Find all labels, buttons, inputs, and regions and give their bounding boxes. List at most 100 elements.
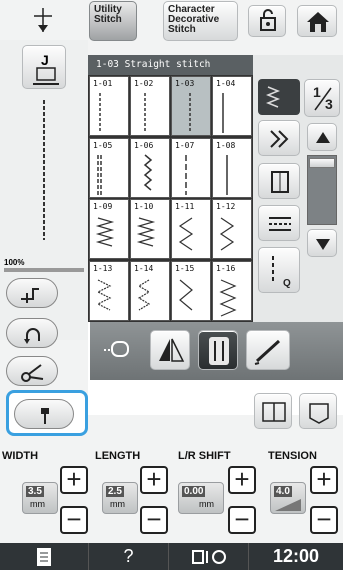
page-down-button[interactable] bbox=[307, 229, 337, 257]
tension-plus-button[interactable]: + bbox=[310, 466, 338, 494]
free-motion-button[interactable] bbox=[98, 330, 138, 370]
needle-position-button[interactable] bbox=[14, 399, 74, 429]
arrow-down-icon bbox=[316, 239, 330, 250]
scrollbar-thumb[interactable] bbox=[309, 158, 335, 168]
home-button[interactable] bbox=[297, 5, 337, 37]
status-bar: ? 12:00 bbox=[0, 543, 343, 570]
pattern-cell[interactable]: 1-07 bbox=[171, 137, 211, 198]
stitch-pattern-icon bbox=[97, 154, 102, 195]
pattern-cell[interactable]: 1-05 bbox=[89, 137, 129, 198]
reverse-icon bbox=[24, 328, 40, 344]
stitch-pattern-icon bbox=[137, 278, 151, 311]
stitch-pattern-icon bbox=[178, 217, 194, 251]
bobbin-winding-icon bbox=[191, 550, 226, 564]
stitch-pattern-icon bbox=[179, 279, 193, 310]
twin-needle-icon bbox=[209, 337, 229, 365]
pattern-cell[interactable]: 1-09 bbox=[89, 199, 129, 259]
bobbin-button[interactable] bbox=[168, 543, 248, 570]
width-minus-button[interactable]: − bbox=[60, 506, 88, 534]
buttonhole-icon bbox=[271, 171, 289, 193]
length-value: 2.5 mm bbox=[102, 482, 138, 514]
pattern-number: 1-16 bbox=[216, 263, 236, 273]
pattern-number: 1-04 bbox=[216, 79, 236, 88]
help-button[interactable]: ? bbox=[88, 543, 168, 570]
shift-value: 0.00 mm bbox=[178, 482, 224, 514]
stitch-pattern-icon bbox=[136, 217, 156, 247]
presser-foot-lift-button[interactable] bbox=[6, 278, 58, 308]
pattern-cell[interactable]: 1-16 bbox=[212, 260, 252, 321]
edit-toolbar bbox=[90, 322, 343, 380]
pattern-cell[interactable]: 1-06 bbox=[130, 137, 170, 198]
pattern-cell[interactable]: 1-15 bbox=[171, 260, 211, 321]
pattern-header: 1-03 Straight stitch (Middle) bbox=[88, 55, 253, 90]
pattern-number: 1-13 bbox=[93, 263, 113, 273]
pattern-type-2-button[interactable] bbox=[258, 120, 300, 156]
lock-icon bbox=[260, 9, 276, 31]
pattern-cell[interactable]: 1-04 bbox=[212, 76, 252, 136]
width-label: WIDTH bbox=[2, 450, 39, 462]
pattern-type-4-button[interactable] bbox=[258, 205, 300, 241]
pattern-cell[interactable]: 1-12 bbox=[212, 199, 252, 259]
lock-button[interactable] bbox=[248, 5, 286, 37]
pattern-number: 1-12 bbox=[216, 202, 236, 211]
length-plus-button[interactable]: + bbox=[140, 466, 168, 494]
memory-button[interactable] bbox=[299, 393, 337, 429]
clock: 12:00 bbox=[248, 543, 343, 570]
stitch-pattern-icon bbox=[222, 93, 224, 133]
stitch-pattern-icon bbox=[99, 93, 101, 133]
stitch-pattern-icon bbox=[226, 154, 228, 195]
reverse-stitch-button[interactable] bbox=[6, 318, 58, 348]
pattern-cell[interactable]: 1-10 bbox=[130, 199, 170, 259]
pattern-number: 1-10 bbox=[134, 202, 154, 211]
shift-plus-button[interactable]: + bbox=[228, 466, 256, 494]
pattern-number: 1-03 bbox=[175, 79, 195, 88]
page-scrollbar[interactable] bbox=[307, 155, 337, 225]
stitch-pattern-icon bbox=[219, 278, 237, 317]
pencil-icon bbox=[254, 339, 281, 365]
scissors-icon bbox=[21, 364, 44, 382]
manual-button[interactable] bbox=[254, 393, 292, 429]
zigzag-chevron-icon bbox=[270, 130, 289, 148]
stitch-preview-line bbox=[43, 100, 45, 240]
pattern-cell[interactable]: 1-01 bbox=[89, 76, 129, 136]
pattern-grid: 1-01 1-02 1-03 1-04 1-05 1-06 1-07 1-08 1-09 1-10… bbox=[88, 75, 253, 322]
pattern-cell[interactable]: 1-13 bbox=[89, 260, 129, 321]
speed-label: 100% bbox=[4, 258, 25, 267]
stitch-pattern-icon bbox=[95, 217, 115, 247]
character-decorative-stitch-button[interactable]: Character Decorative Stitch bbox=[163, 1, 238, 41]
pattern-cell[interactable]: 1-11 bbox=[171, 199, 211, 259]
needle-position-icon bbox=[28, 6, 58, 36]
arrow-up-icon bbox=[316, 132, 330, 143]
utility-stitch-button[interactable]: Utility Stitch bbox=[89, 1, 137, 41]
stitch-lines-icon bbox=[269, 217, 291, 231]
twin-needle-button[interactable] bbox=[198, 330, 238, 370]
quilting-button[interactable]: Q bbox=[258, 247, 300, 293]
pattern-cell[interactable]: 1-03 bbox=[171, 76, 211, 136]
tension-minus-button[interactable]: − bbox=[310, 506, 338, 534]
width-value: 3.5 mm bbox=[22, 482, 58, 514]
pattern-number: 1-07 bbox=[175, 140, 195, 150]
mirror-icon bbox=[159, 338, 185, 362]
pattern-cell[interactable]: 1-14 bbox=[130, 260, 170, 321]
pattern-cell[interactable]: 1-02 bbox=[130, 76, 170, 136]
width-plus-button[interactable]: + bbox=[60, 466, 88, 494]
thread-cutter-button[interactable] bbox=[6, 356, 58, 386]
pattern-type-3-button[interactable] bbox=[258, 163, 300, 199]
document-button[interactable] bbox=[0, 543, 88, 570]
stitch-width-preview-button[interactable] bbox=[258, 79, 300, 115]
edit-button[interactable] bbox=[246, 330, 290, 370]
stitch-pattern-icon bbox=[143, 153, 153, 191]
pattern-cell[interactable]: 1-08 bbox=[212, 137, 252, 198]
document-icon bbox=[37, 548, 51, 566]
tension-label: TENSION bbox=[268, 450, 317, 462]
stitch-pattern-icon bbox=[219, 217, 235, 251]
shift-minus-button[interactable]: − bbox=[228, 506, 256, 534]
length-minus-button[interactable]: − bbox=[140, 506, 168, 534]
stitch-pattern-icon bbox=[144, 93, 146, 133]
stitch-pattern-icon bbox=[185, 154, 187, 195]
pattern-number: 1-02 bbox=[134, 79, 154, 88]
mirror-image-button[interactable] bbox=[150, 330, 190, 370]
page-up-button[interactable] bbox=[307, 123, 337, 151]
free-motion-foot-icon bbox=[104, 341, 129, 357]
shift-label: L/R SHIFT bbox=[178, 450, 231, 462]
